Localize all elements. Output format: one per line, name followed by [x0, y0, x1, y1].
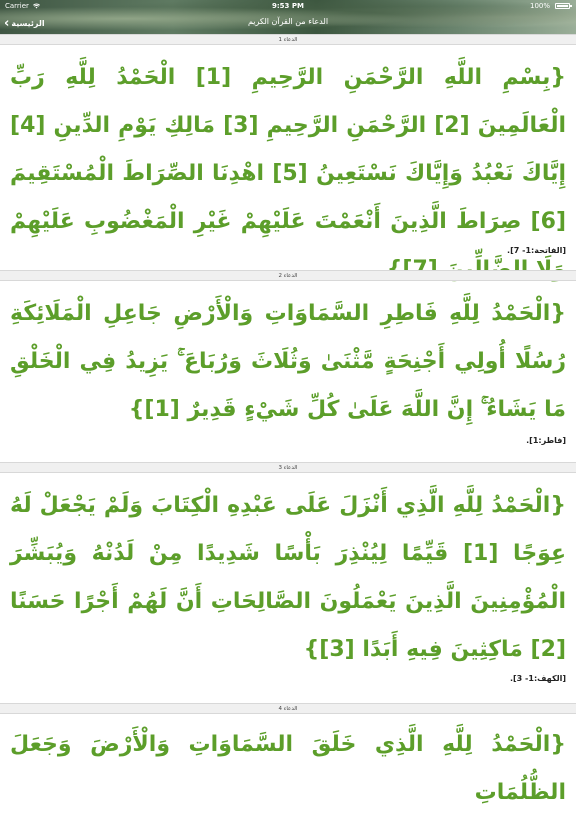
page-title: الدعاء من القرآن الكريم: [247, 17, 329, 26]
verse-text-4: {الْحَمْدُ لِلَّهِ الَّذِي خَلَقَ السَّم…: [10, 732, 566, 805]
section-header-4: الدعاء 4: [0, 703, 576, 714]
header: Carrier 9:53 PM 100% ‹ الرئيسية الدعاء م…: [0, 0, 576, 34]
status-time: 9:53 PM: [272, 2, 304, 10]
verse-reference-3: [الكهف:1- 3].: [509, 674, 566, 683]
battery-percentage: 100%: [529, 2, 550, 10]
verse-reference-2: [فاطر:1].: [526, 436, 566, 445]
navigation-bar: ‹ الرئيسية الدعاء من القرآن الكريم: [0, 12, 576, 34]
verse-text-3: {الْحَمْدُ لِلَّهِ الَّذِي أَنْزَلَ عَلَ…: [10, 493, 566, 662]
status-bar: Carrier 9:53 PM 100%: [0, 0, 576, 12]
verse-text-1: {بِسْمِ اللَّهِ الرَّحْمَنِ الرَّحِيمِ […: [10, 65, 567, 282]
section-header-2: الدعاء 2: [0, 270, 576, 281]
battery-icon: [555, 3, 572, 9]
verse-reference-1: [الفاتحة:1- 7].: [507, 246, 566, 255]
section-header-1: الدعاء 1: [0, 34, 576, 45]
dua-list[interactable]: الدعاء 1 {بِسْمِ اللَّهِ الرَّحْمَنِ الر…: [0, 34, 576, 805]
section-header-3: الدعاء 3: [0, 462, 576, 473]
verse-text-2: {الْحَمْدُ لِلَّهِ فَاطِرِ السَّمَاوَاتِ…: [10, 301, 566, 422]
